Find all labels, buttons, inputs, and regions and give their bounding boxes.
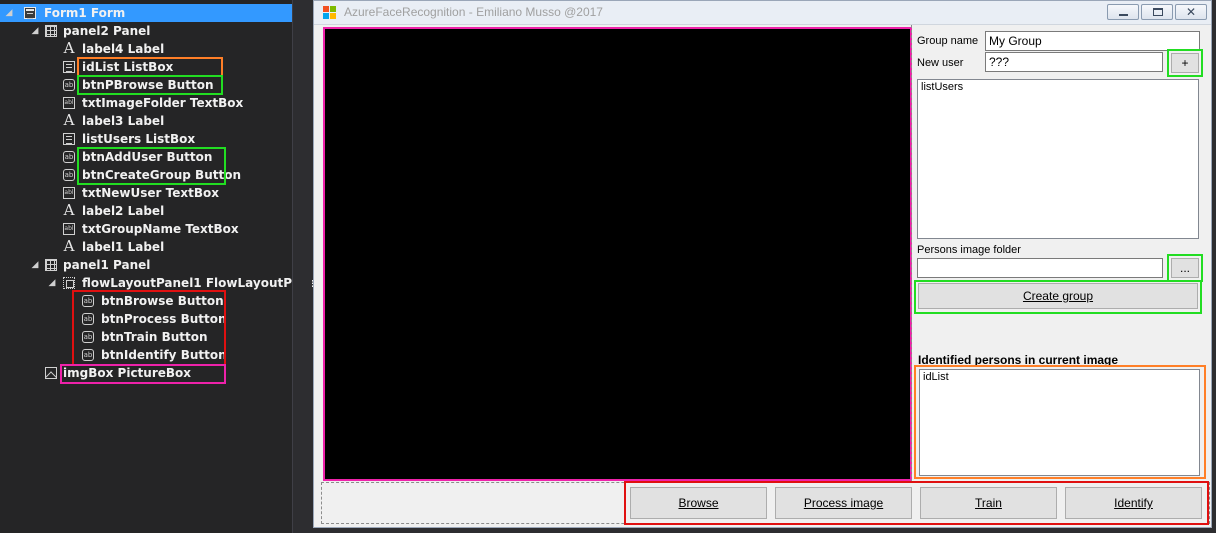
flowlayoutpanel-icon: [63, 277, 75, 289]
outline-item-panel2[interactable]: ◢ panel2 Panel: [0, 22, 292, 40]
maximize-button[interactable]: [1141, 4, 1173, 20]
identified-persons-listbox[interactable]: idList: [919, 369, 1200, 476]
document-outline-panel: ◢ Form1 Form ◢ panel2 Panel A label4 Lab…: [0, 0, 321, 533]
browse-folder-button[interactable]: ...: [1171, 258, 1199, 278]
collapse-caret-icon[interactable]: ◢: [47, 274, 57, 292]
minimize-button[interactable]: [1107, 4, 1139, 20]
outline-item-btnadduser[interactable]: ab btnAddUser Button: [0, 148, 292, 166]
outline-item-flowlayoutpanel1[interactable]: ◢ flowLayoutPanel1 FlowLayoutPanel: [0, 274, 321, 292]
outline-item-imgbox[interactable]: imgBox PictureBox: [0, 364, 292, 382]
group-name-input[interactable]: [985, 31, 1200, 51]
persons-folder-label: Persons image folder: [917, 244, 1021, 256]
outline-item-listusers[interactable]: listUsers ListBox: [0, 130, 292, 148]
identified-persons-label: Identified persons in current image: [918, 353, 1119, 367]
maximize-icon: [1153, 8, 1163, 16]
designer-margin: [298, 0, 312, 533]
outline-item-txtimagefolder[interactable]: abl txtImageFolder TextBox: [0, 94, 292, 112]
button-icon: ab: [82, 313, 94, 325]
listbox-icon: [63, 61, 75, 73]
identified-listbox-text: idList: [923, 371, 949, 383]
users-listbox-text: listUsers: [921, 81, 964, 93]
new-user-input[interactable]: [985, 52, 1163, 72]
textbox-icon: abl: [63, 97, 75, 109]
outline-item-idlist[interactable]: idList ListBox: [0, 58, 292, 76]
train-button[interactable]: Train: [920, 487, 1057, 519]
button-icon: ab: [82, 349, 94, 361]
collapse-caret-icon[interactable]: ◢: [30, 256, 40, 274]
outline-item-btnbrowse[interactable]: ab btnBrowse Button: [0, 292, 292, 310]
outline-item-label1[interactable]: A label1 Label: [0, 238, 292, 256]
close-icon: ✕: [1185, 5, 1197, 19]
outline-item-txtgroupname[interactable]: abl txtGroupName TextBox: [0, 220, 292, 238]
persons-folder-input[interactable]: [917, 258, 1163, 278]
users-listbox[interactable]: listUsers: [917, 79, 1199, 239]
new-user-label: New user: [917, 57, 964, 69]
label-icon: A: [63, 237, 75, 255]
form-title-bar[interactable]: AzureFaceRecognition - Emiliano Musso @2…: [314, 1, 1211, 25]
outline-item-label3[interactable]: A label3 Label: [0, 112, 292, 130]
outline-item-btntrain[interactable]: ab btnTrain Button: [0, 328, 292, 346]
identify-button[interactable]: Identify: [1065, 487, 1202, 519]
outline-item-label2[interactable]: A label2 Label: [0, 202, 292, 220]
create-group-button[interactable]: Create group: [918, 283, 1198, 309]
outline-item-form1[interactable]: ◢ Form1 Form: [0, 4, 292, 22]
collapse-caret-icon[interactable]: ◢: [30, 22, 40, 40]
label-icon: A: [63, 201, 75, 219]
minimize-icon: [1119, 14, 1128, 16]
outline-item-btnprocess[interactable]: ab btnProcess Button: [0, 310, 292, 328]
group-name-label: Group name: [917, 35, 979, 47]
add-user-button[interactable]: +: [1171, 53, 1199, 73]
listbox-icon: [63, 133, 75, 145]
outline-item-btnidentify[interactable]: ab btnIdentify Button: [0, 346, 292, 364]
button-icon: ab: [82, 295, 94, 307]
form-title: AzureFaceRecognition - Emiliano Musso @2…: [344, 5, 603, 19]
outline-item-txtnewuser[interactable]: abl txtNewUser TextBox: [0, 184, 292, 202]
button-icon: ab: [63, 79, 75, 91]
browse-button[interactable]: Browse: [630, 487, 767, 519]
designer-form-window[interactable]: AzureFaceRecognition - Emiliano Musso @2…: [313, 0, 1212, 528]
designer-margin-right: [1212, 0, 1216, 533]
process-image-button[interactable]: Process image: [775, 487, 912, 519]
button-icon: ab: [82, 331, 94, 343]
app-icon: [323, 6, 338, 20]
button-icon: ab: [63, 151, 75, 163]
panel-icon: [45, 259, 57, 271]
label-icon: A: [63, 39, 75, 57]
form-icon: [24, 7, 36, 19]
collapse-caret-icon[interactable]: ◢: [4, 4, 14, 22]
textbox-icon: abl: [63, 223, 75, 235]
outline-item-btnpbrowse[interactable]: ab btnPBrowse Button: [0, 76, 292, 94]
image-picturebox[interactable]: [324, 28, 911, 480]
button-icon: ab: [63, 169, 75, 181]
picturebox-icon: [45, 367, 57, 379]
label-icon: A: [63, 111, 75, 129]
textbox-icon: abl: [63, 187, 75, 199]
outline-item-panel1[interactable]: ◢ panel1 Panel: [0, 256, 292, 274]
close-button[interactable]: ✕: [1175, 4, 1207, 20]
panel-icon: [45, 25, 57, 37]
outline-item-label4[interactable]: A label4 Label: [0, 40, 292, 58]
outline-item-btncreategroup[interactable]: ab btnCreateGroup Button: [0, 166, 292, 184]
